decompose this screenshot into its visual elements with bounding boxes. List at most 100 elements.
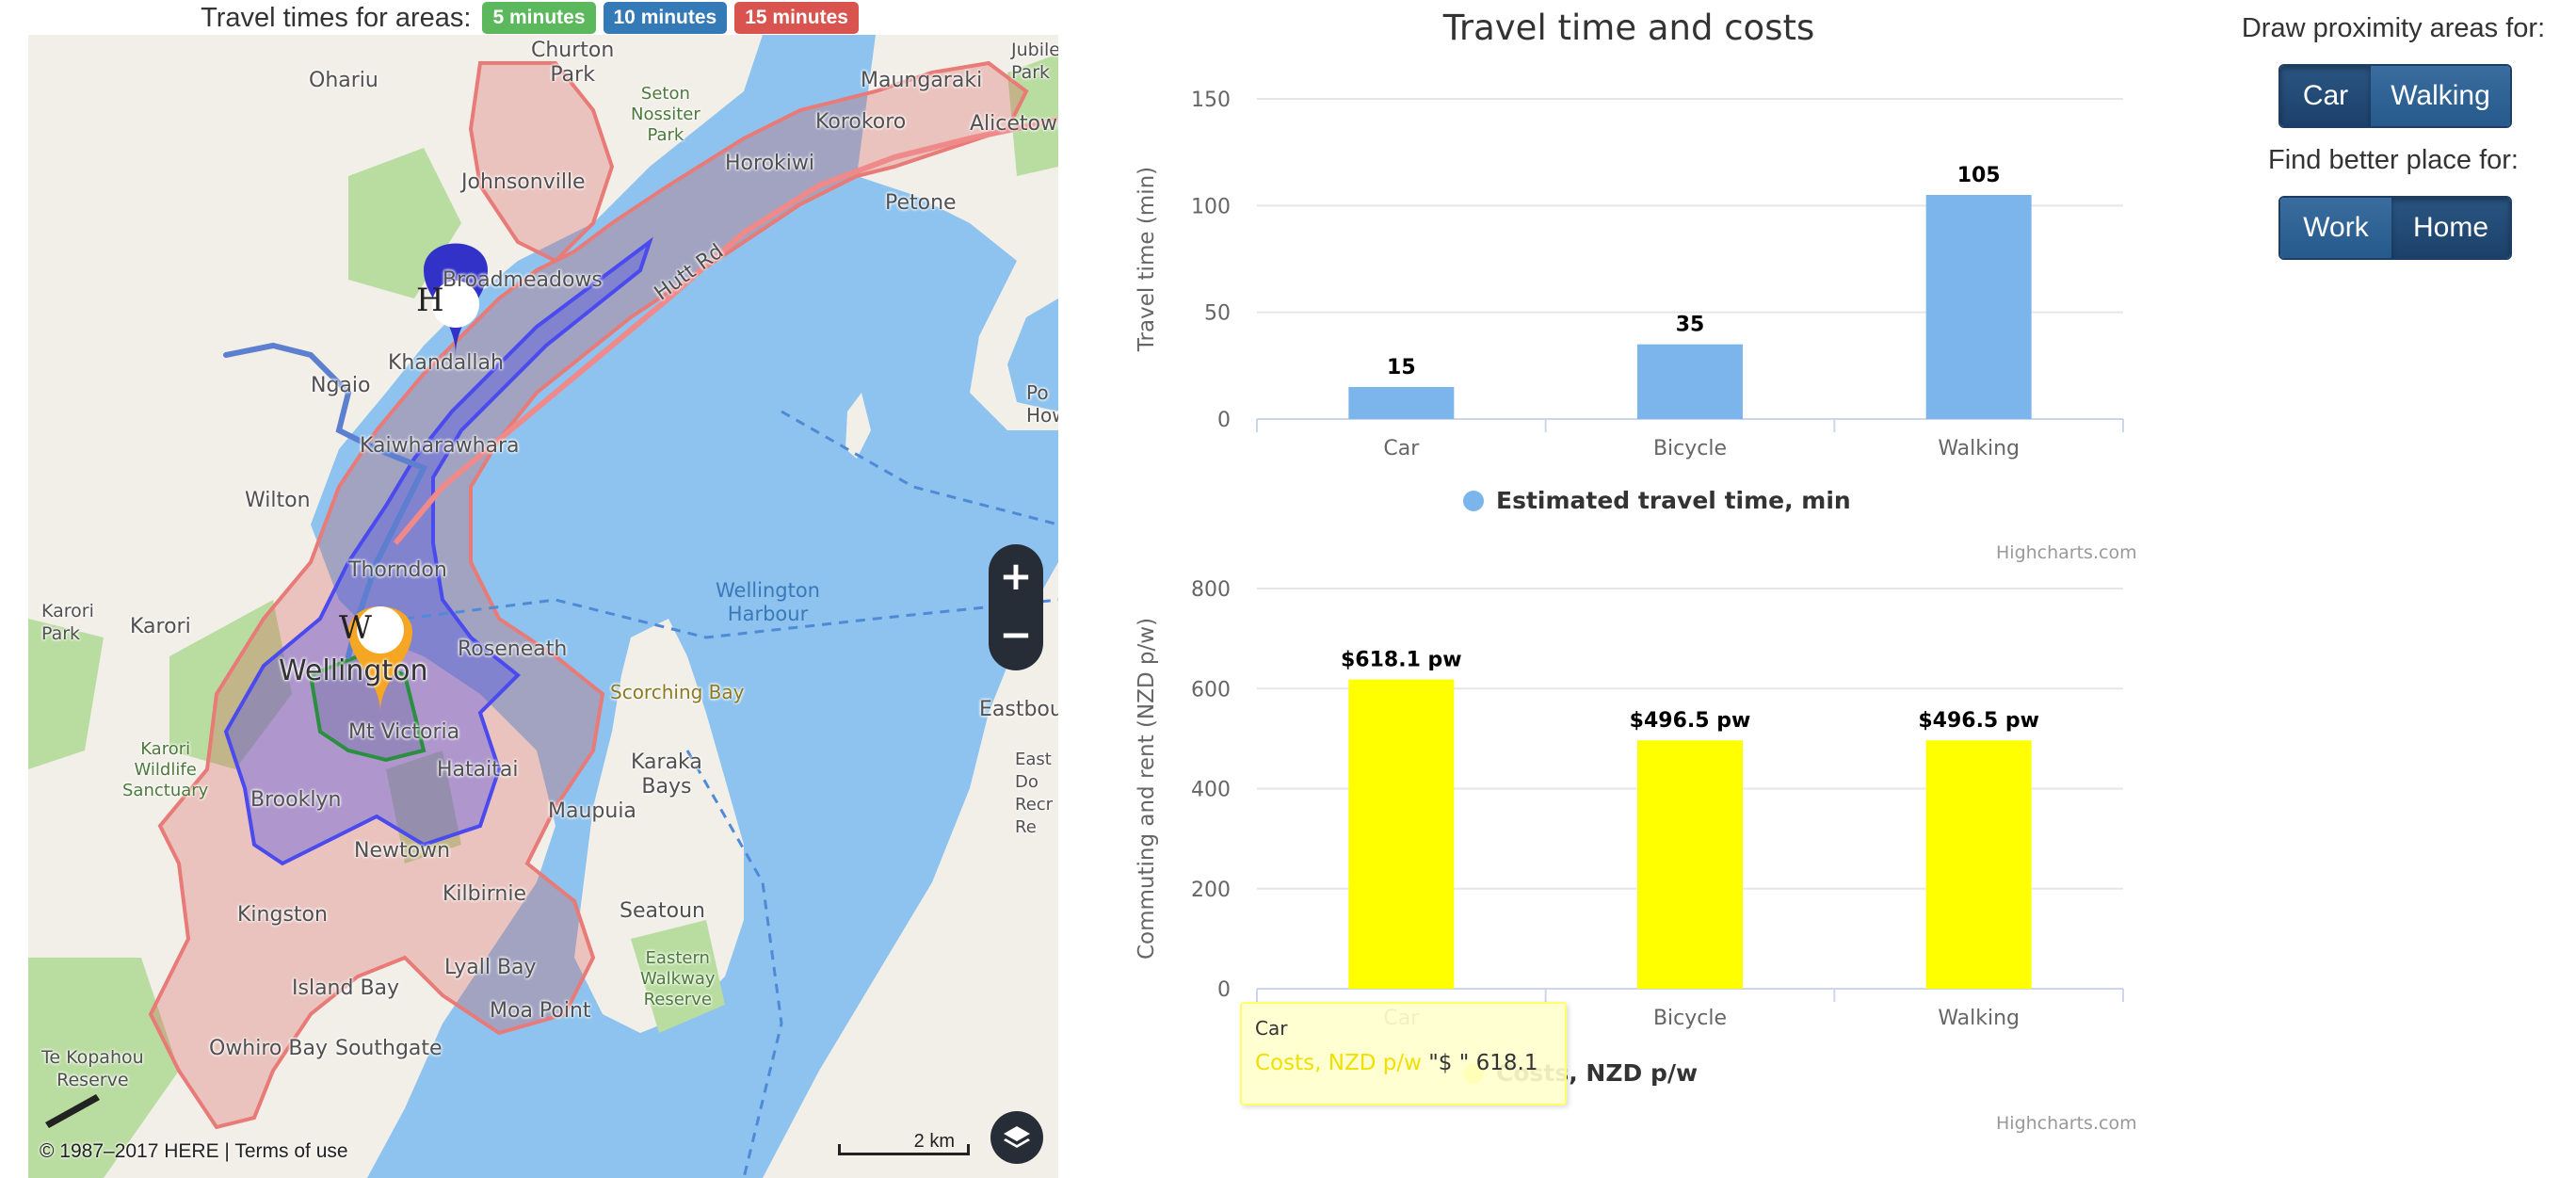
place-label: Seatoun xyxy=(620,899,705,923)
y-tick-label: 0 xyxy=(1217,978,1231,1002)
place-label: Karori Park xyxy=(41,601,94,644)
place-label: Po How xyxy=(1026,381,1058,427)
better-place-button-group: Work Home xyxy=(2278,196,2512,260)
legend-symbol xyxy=(1463,491,1484,511)
place-label: Newtown xyxy=(354,839,451,863)
bar xyxy=(1925,740,2032,989)
place-label: Island Bay xyxy=(292,976,400,1000)
chart-tooltip: Car Costs, NZD p/w "$ " 618.1 xyxy=(1240,1002,1567,1105)
scale-line xyxy=(838,1144,970,1155)
place-label: Wilton xyxy=(245,489,311,512)
place-label: Kilbirnie xyxy=(443,882,526,906)
badge-15-minutes: 15 minutes xyxy=(734,2,859,34)
x-tick-label: Bicycle xyxy=(1653,437,1727,460)
water-label: Wellington Harbour xyxy=(716,579,820,625)
legend-item: Estimated travel time, min xyxy=(1496,487,1851,514)
data-label: 15 xyxy=(1387,356,1416,379)
place-label: Ohariu xyxy=(309,69,378,92)
charts-canvas: 0 50 100 150 Travel time (min) Car 15 Bicycle 35… xyxy=(1135,89,2124,1087)
travel-time-legend: Travel times for areas: 5 minutes 10 min… xyxy=(0,0,1059,36)
marker-work-letter: W xyxy=(339,609,372,647)
place-label: Southgate xyxy=(335,1037,443,1060)
y-tick-label: 800 xyxy=(1191,578,1231,602)
y-tick-label: 400 xyxy=(1191,779,1231,802)
marker-home-letter: H xyxy=(416,282,444,319)
map-copyright[interactable]: © 1987–2017 HERE | Terms of use xyxy=(40,1140,348,1163)
chart-credit-bottom[interactable]: Highcharts.com xyxy=(1996,1113,2137,1134)
chart-title: Travel time and costs xyxy=(1442,8,1815,48)
data-label: $618.1 pw xyxy=(1341,649,1462,672)
tooltip-series: Costs, NZD p/w "$ " 618.1 xyxy=(1255,1051,1552,1075)
y-axis-title: Travel time (min) xyxy=(1135,167,1159,352)
place-label: Karaka Bays xyxy=(631,750,702,799)
bar xyxy=(1925,195,2032,419)
proximity-car-button[interactable]: Car xyxy=(2280,66,2371,126)
y-tick-label: 600 xyxy=(1191,678,1231,702)
zoom-in-button[interactable]: + xyxy=(989,548,1043,605)
scale-bar: 2 km xyxy=(838,1131,970,1155)
here-logo-icon xyxy=(45,1094,100,1128)
chart-credit-top[interactable]: Highcharts.com xyxy=(1996,542,2137,563)
place-label: Jubilee Park xyxy=(1011,40,1058,83)
data-label: 35 xyxy=(1676,314,1705,337)
y-tick-label: 50 xyxy=(1204,302,1231,326)
place-label: Broadmeadows xyxy=(443,268,603,292)
data-label: 105 xyxy=(1957,164,2001,187)
x-tick-label: Walking xyxy=(1938,437,2020,460)
better-place-heading: Find better place for: xyxy=(2268,145,2519,175)
layers-button[interactable] xyxy=(990,1111,1043,1164)
better-place-home-button[interactable]: Home xyxy=(2391,198,2510,258)
badge-10-minutes: 10 minutes xyxy=(603,2,728,34)
place-label: Roseneath xyxy=(458,637,568,661)
tooltip-series-name: Costs, NZD p/w xyxy=(1255,1051,1422,1075)
place-label: Maungaraki xyxy=(861,69,983,92)
place-label: Seton Nossiter Park xyxy=(631,84,700,145)
here-logo xyxy=(40,1085,105,1132)
place-label: Churton Park xyxy=(531,39,615,87)
place-label: Brooklyn xyxy=(250,788,342,812)
tooltip-value: "$ " 618.1 xyxy=(1421,1051,1538,1075)
place-label: Petone xyxy=(885,191,957,215)
place-label: Kaiwharawhara xyxy=(360,434,520,458)
y-tick-label: 0 xyxy=(1217,409,1231,432)
place-label: Owhiro Bay xyxy=(209,1037,328,1060)
tooltip-title: Car xyxy=(1255,1017,1288,1040)
layers-icon xyxy=(1004,1126,1030,1148)
place-label: Maupuia xyxy=(548,799,636,823)
y-tick-label: 150 xyxy=(1191,89,1231,112)
legend-label: Travel times for areas: xyxy=(201,2,472,33)
proximity-walking-button[interactable]: Walking xyxy=(2371,66,2510,126)
place-label: Karori Wildlife Sanctuary xyxy=(122,739,209,800)
data-label: $496.5 pw xyxy=(1918,709,2039,733)
better-place-work-button[interactable]: Work xyxy=(2280,198,2391,258)
place-label: Thorndon xyxy=(348,558,447,582)
place-label: Johnsonville xyxy=(461,170,586,194)
place-label: Alicetown xyxy=(970,112,1058,136)
place-label: Horokiwi xyxy=(725,152,814,175)
x-tick-label: Car xyxy=(1383,437,1420,460)
y-tick-label: 100 xyxy=(1191,195,1231,218)
place-label: Kingston xyxy=(237,903,328,927)
place-label: Khandallah xyxy=(388,351,504,375)
bar xyxy=(1348,387,1455,419)
place-label: Eastbou xyxy=(979,698,1058,721)
place-label: Lyall Bay xyxy=(444,956,537,979)
place-label: Korokoro xyxy=(815,110,907,134)
x-tick-label: Walking xyxy=(1938,1007,2020,1030)
place-label: Scorching Bay xyxy=(610,681,745,703)
map-view[interactable]: H W Ohariu Churton Park Seton Nossiter P… xyxy=(28,35,1058,1178)
y-tick-label: 200 xyxy=(1191,879,1231,902)
data-label: $496.5 pw xyxy=(1630,709,1751,733)
bar xyxy=(1637,740,1743,989)
x-tick-label: Bicycle xyxy=(1653,1007,1727,1030)
badge-5-minutes: 5 minutes xyxy=(482,2,596,34)
place-label: Moa Point xyxy=(490,999,591,1023)
zoom-out-button[interactable]: − xyxy=(989,606,1043,663)
place-label: Ngaio xyxy=(311,374,371,397)
place-label: Mt Victoria xyxy=(348,720,460,744)
proximity-button-group: Car Walking xyxy=(2278,64,2512,128)
proximity-heading: Draw proximity areas for: xyxy=(2241,13,2546,43)
place-label: Eastern Walkway Reserve xyxy=(640,948,716,1009)
place-label: Karori xyxy=(130,615,191,638)
place-label: Hataitai xyxy=(437,758,519,782)
